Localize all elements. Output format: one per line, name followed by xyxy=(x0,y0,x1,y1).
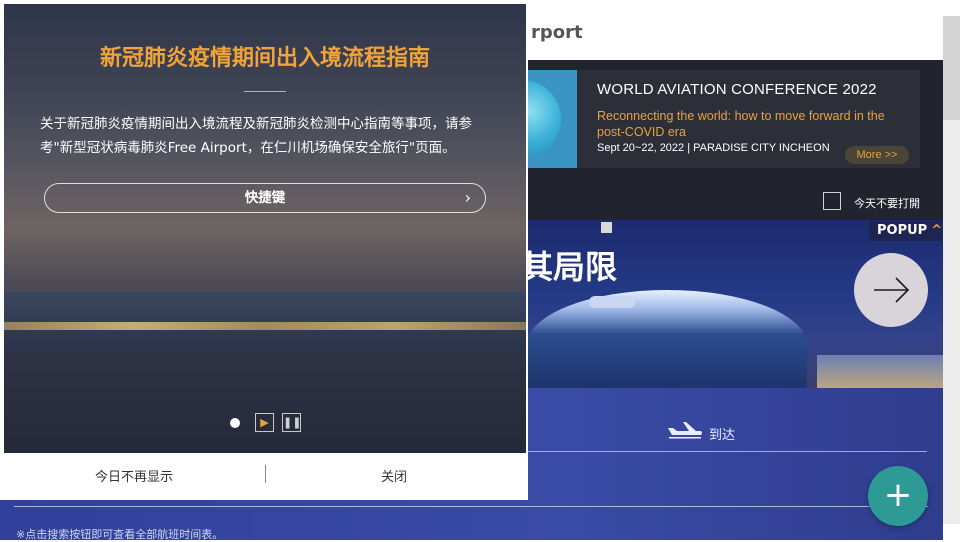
covid-guide-popup: 新冠肺炎疫情期间出入境流程指南 关于新冠肺炎疫情期间出入境流程及新冠肺炎检测中心… xyxy=(0,0,528,500)
chevron-right-icon: › xyxy=(464,188,471,207)
next-slide-button[interactable] xyxy=(854,253,928,327)
conference-popup: WORLD AVIATION CONFERENCE 2022 Reconnect… xyxy=(527,60,943,220)
terminal-lights xyxy=(4,322,526,330)
play-icon: ▶ xyxy=(260,416,269,429)
popup-toggle-label: POPUP xyxy=(877,223,928,238)
terminal-image xyxy=(527,290,807,388)
conference-banner[interactable]: WORLD AVIATION CONFERENCE 2022 Reconnect… xyxy=(527,70,920,168)
more-button[interactable]: More >> xyxy=(845,146,909,164)
banner-date: Sept 20~22, 2022 | PARADISE CITY INCHEON xyxy=(597,142,830,154)
arrow-right-icon xyxy=(874,277,910,303)
dont-open-today-checkbox[interactable] xyxy=(823,192,841,210)
search-input-underline[interactable] xyxy=(14,506,928,507)
page-scrollbar[interactable] xyxy=(943,16,960,524)
title-divider xyxy=(244,91,286,92)
dont-open-today-label: 今天不要打開 xyxy=(854,197,920,210)
pause-button[interactable]: ❚❚ xyxy=(282,413,301,432)
site-title: rport xyxy=(531,22,583,43)
slide-indicator-dot[interactable] xyxy=(230,418,240,428)
tab-arrival-label: 到达 xyxy=(709,428,736,443)
banner-title: WORLD AVIATION CONFERENCE 2022 xyxy=(597,81,877,98)
dont-show-today-button[interactable]: 今日不再显示 xyxy=(95,466,173,485)
hero-headline: 其局限 xyxy=(527,248,618,286)
terminal-cap xyxy=(589,296,635,308)
popup-description: 关于新冠肺炎疫情期间出入境流程及新冠肺炎检测中心指南等事项，请参考"新型冠状病毒… xyxy=(40,116,472,156)
close-button[interactable]: 关闭 xyxy=(381,466,407,485)
apron-photo xyxy=(4,352,526,453)
chevron-up-icon: ^ xyxy=(931,223,943,238)
city-lights-image xyxy=(817,355,943,388)
scrollbar-thumb[interactable] xyxy=(943,16,960,120)
popup-title: 新冠肺炎疫情期间出入境流程指南 xyxy=(99,46,430,71)
plane-landing-icon xyxy=(668,422,702,439)
hero-marker xyxy=(601,222,612,233)
shortcut-label: 快捷键 xyxy=(244,190,286,206)
popup-toggle-button[interactable]: POPUP ^ xyxy=(869,221,942,241)
popup-footer: 今日不再显示 关闭 xyxy=(0,453,528,500)
banner-subtitle: Reconnecting the world: how to move forw… xyxy=(597,109,885,139)
quick-menu-button[interactable]: + xyxy=(868,466,928,526)
play-button[interactable]: ▶ xyxy=(255,413,274,432)
globe-graphic xyxy=(527,70,577,168)
tab-underline xyxy=(527,451,927,452)
footer-divider xyxy=(265,465,266,483)
pause-icon: ❚❚ xyxy=(283,416,302,429)
shortcut-button[interactable]: 快捷键 › xyxy=(44,183,486,213)
plus-icon: + xyxy=(883,475,913,515)
